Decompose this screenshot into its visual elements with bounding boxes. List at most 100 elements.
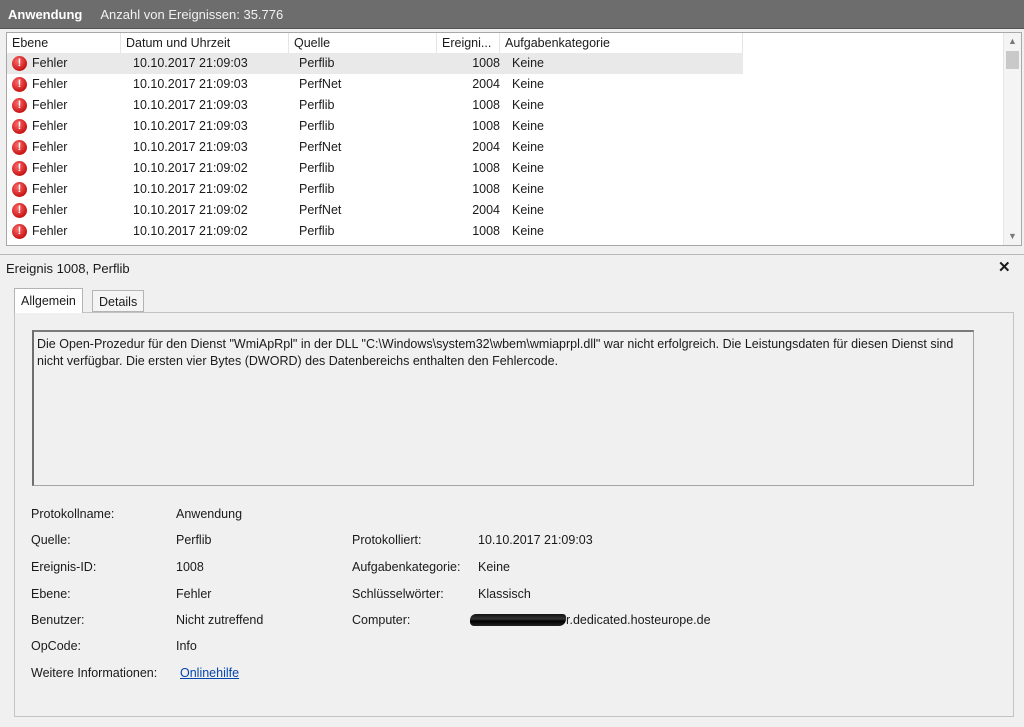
cell-task-category: Keine <box>512 119 544 133</box>
cell-datetime: 10.10.2017 21:09:03 <box>133 140 248 154</box>
error-icon: ! <box>12 77 27 92</box>
cell-task-category: Keine <box>512 161 544 175</box>
cell-task-category: Keine <box>512 224 544 238</box>
computer-suffix: r.dedicated.hosteurope.de <box>566 613 711 627</box>
cell-event-id: 1008 <box>472 161 500 175</box>
table-row[interactable]: ! Fehler 10.10.2017 21:09:02 Perflib 1008 Kei… <box>7 179 1007 200</box>
logged-label: Protokolliert: <box>352 533 422 547</box>
chevron-up-icon[interactable]: ▲ <box>1004 33 1021 50</box>
table-row[interactable]: ! Fehler 10.10.2017 21:09:03 Perflib 1008 Kei… <box>7 95 1007 116</box>
source-value: Perflib <box>176 533 212 547</box>
row-background <box>7 137 743 158</box>
cell-datetime: 10.10.2017 21:09:03 <box>133 119 248 133</box>
table-row[interactable]: ! Fehler 10.10.2017 21:09:03 PerfNet 2004 Kei… <box>7 74 1007 95</box>
cell-source: PerfNet <box>299 203 342 217</box>
table-row[interactable]: ! Fehler 10.10.2017 21:09:02 Perflib 1008 Kei… <box>7 158 1007 179</box>
cell-datetime: 10.10.2017 21:09:02 <box>133 224 248 238</box>
scrollbar-thumb[interactable] <box>1006 51 1019 69</box>
cell-event-id: 1008 <box>472 119 500 133</box>
cell-source: Perflib <box>299 224 335 238</box>
log-name-label: Protokollname: <box>31 507 115 521</box>
column-header-event-id[interactable]: Ereigni... <box>437 33 500 53</box>
cell-level: Fehler <box>32 203 68 217</box>
cell-event-id: 1008 <box>472 98 500 112</box>
cell-source: PerfNet <box>299 77 342 91</box>
event-description: Die Open-Prozedur für den Dienst "WmiApR… <box>32 330 974 486</box>
tab-allgemein[interactable]: Allgemein <box>14 288 83 313</box>
error-icon: ! <box>12 98 27 113</box>
cell-level: Fehler <box>32 98 68 112</box>
keywords-label: Schlüsselwörter: <box>352 587 444 601</box>
vertical-scrollbar[interactable]: ▲ ▼ <box>1003 33 1021 245</box>
cell-task-category: Keine <box>512 56 544 70</box>
cell-source: PerfNet <box>299 140 342 154</box>
cell-source: Perflib <box>299 119 335 133</box>
column-header-source[interactable]: Quelle <box>289 33 437 53</box>
table-row[interactable]: ! Fehler 10.10.2017 21:09:03 Perflib 1008 Kei… <box>7 53 1007 74</box>
column-header-level[interactable]: Ebene <box>7 33 121 53</box>
cell-source: Perflib <box>299 98 335 112</box>
row-background <box>7 74 743 95</box>
cell-event-id: 2004 <box>472 77 500 91</box>
table-row[interactable]: ! Fehler 10.10.2017 21:09:02 PerfNet 2004 Kei… <box>7 200 1007 221</box>
event-id-value: 1008 <box>176 560 204 574</box>
cell-task-category: Keine <box>512 203 544 217</box>
cell-source: Perflib <box>299 182 335 196</box>
tab-details[interactable]: Details <box>92 290 145 312</box>
online-help-link[interactable]: Onlinehilfe <box>180 666 239 680</box>
error-icon: ! <box>12 140 27 155</box>
cell-task-category: Keine <box>512 98 544 112</box>
row-background <box>7 179 743 200</box>
close-icon[interactable]: ✕ <box>998 258 1011 276</box>
cell-level: Fehler <box>32 56 68 70</box>
cell-event-id: 2004 <box>472 203 500 217</box>
row-background <box>7 116 743 137</box>
cell-level: Fehler <box>32 161 68 175</box>
table-row[interactable]: ! Fehler 10.10.2017 21:09:02 Perflib 1008 Kei… <box>7 221 1007 242</box>
redaction-mark <box>470 614 566 626</box>
cell-datetime: 10.10.2017 21:09:02 <box>133 203 248 217</box>
log-name-value: Anwendung <box>176 507 243 521</box>
error-icon: ! <box>12 119 27 134</box>
user-label: Benutzer: <box>31 613 85 627</box>
cell-source: Perflib <box>299 161 335 175</box>
more-info-label: Weitere Informationen: <box>31 666 158 680</box>
computer-value: r.dedicated.hosteurope.de <box>470 613 711 627</box>
user-value: Nicht zutreffend <box>176 613 264 627</box>
error-icon: ! <box>12 224 27 239</box>
level-label: Ebene: <box>31 587 71 601</box>
table-row[interactable]: ! Fehler 10.10.2017 21:09:03 PerfNet 2004 Kei… <box>7 137 1007 158</box>
cell-task-category: Keine <box>512 140 544 154</box>
app-name: Anwendung <box>8 6 83 22</box>
cell-level: Fehler <box>32 182 68 196</box>
row-background <box>7 95 743 116</box>
row-background <box>7 200 743 221</box>
row-background <box>7 53 743 74</box>
cell-level: Fehler <box>32 224 68 238</box>
cell-datetime: 10.10.2017 21:09:03 <box>133 77 248 91</box>
chevron-down-icon[interactable]: ▼ <box>1004 228 1021 245</box>
error-icon: ! <box>12 203 27 218</box>
task-category-label: Aufgabenkategorie: <box>352 560 461 574</box>
event-id-label: Ereignis-ID: <box>31 560 97 574</box>
error-icon: ! <box>12 161 27 176</box>
event-rows: ! Fehler 10.10.2017 21:09:03 Perflib 1008 Kei… <box>7 53 1007 242</box>
cell-source: Perflib <box>299 56 335 70</box>
event-count: Anzahl von Ereignissen: 35.776 <box>100 6 284 22</box>
keywords-value: Klassisch <box>478 587 531 601</box>
table-row[interactable]: ! Fehler 10.10.2017 21:09:03 Perflib 1008 Kei… <box>7 116 1007 137</box>
cell-datetime: 10.10.2017 21:09:03 <box>133 98 248 112</box>
detail-title: Ereignis 1008, Perflib <box>6 261 130 276</box>
source-label: Quelle: <box>31 533 71 547</box>
cell-event-id: 1008 <box>472 56 500 70</box>
cell-event-id: 1008 <box>472 182 500 196</box>
row-background <box>7 221 743 242</box>
row-background <box>7 158 743 179</box>
column-header-datetime[interactable]: Datum und Uhrzeit <box>121 33 289 53</box>
opcode-label: OpCode: <box>31 639 82 653</box>
cell-datetime: 10.10.2017 21:09:02 <box>133 161 248 175</box>
cell-datetime: 10.10.2017 21:09:03 <box>133 56 248 70</box>
event-list[interactable]: Ebene Datum und Uhrzeit Quelle Ereigni..… <box>6 32 1022 246</box>
cell-task-category: Keine <box>512 77 544 91</box>
column-header-task-category[interactable]: Aufgabenkategorie <box>500 33 743 53</box>
